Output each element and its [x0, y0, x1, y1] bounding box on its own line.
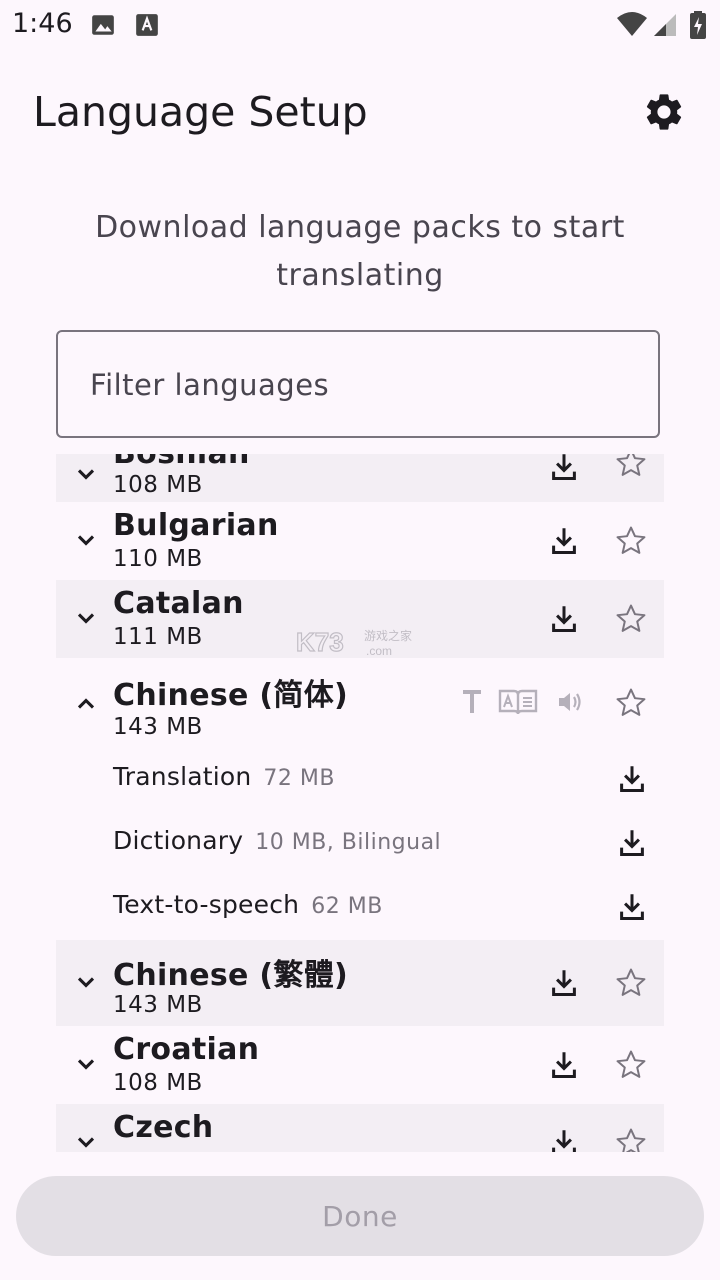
font-icon: [136, 14, 158, 36]
page-title: Language Setup: [33, 88, 368, 136]
filter-languages-input[interactable]: [88, 332, 632, 438]
pack-meta: 62 MB: [311, 894, 383, 919]
image-icon: [92, 15, 114, 35]
language-name: Catalan: [113, 586, 244, 621]
language-name: Chinese (简体): [113, 678, 349, 713]
star-icon[interactable]: [614, 686, 648, 720]
watermark-logo: K73 游戏之家 .com: [296, 626, 412, 658]
chevron-down-icon[interactable]: [72, 968, 100, 996]
pack-meta: 10 MB, Bilingual: [255, 830, 442, 855]
download-icon[interactable]: [550, 526, 578, 556]
star-icon[interactable]: [614, 602, 648, 636]
signal-icon: [654, 14, 676, 36]
chevron-up-icon[interactable]: [72, 690, 100, 718]
setup-description: Download language packs to start transla…: [95, 210, 625, 293]
download-icon[interactable]: [550, 968, 578, 998]
language-size: 108 MB: [113, 1070, 203, 1096]
battery-charging-icon: [690, 11, 706, 39]
download-icon[interactable]: [550, 454, 578, 482]
language-row[interactable]: Czech: [56, 1104, 664, 1152]
language-size: 143 MB: [113, 714, 203, 740]
svg-text:游戏之家: 游戏之家: [364, 628, 412, 643]
language-size: 143 MB: [113, 992, 203, 1018]
language-name: Croatian: [113, 1032, 260, 1067]
pack-meta: 72 MB: [263, 766, 335, 791]
settings-button[interactable]: [640, 88, 688, 136]
svg-text:.com: .com: [366, 644, 392, 658]
download-icon[interactable]: [550, 1050, 578, 1080]
star-icon[interactable]: [614, 524, 648, 558]
star-icon[interactable]: [614, 454, 648, 480]
language-row-expanded[interactable]: Chinese (简体) 143 MB Translation 72 MB Dic…: [56, 658, 664, 940]
done-button[interactable]: Done: [16, 1176, 704, 1256]
svg-text:K73: K73: [296, 627, 344, 657]
language-row[interactable]: Bosnian 108 MB: [56, 454, 664, 502]
chevron-down-icon[interactable]: [72, 526, 100, 554]
pack-label: Translation: [113, 762, 252, 791]
language-row[interactable]: Croatian 108 MB: [56, 1026, 664, 1104]
star-icon[interactable]: [614, 966, 648, 1000]
download-icon[interactable]: [618, 892, 646, 922]
download-icon[interactable]: [550, 604, 578, 634]
wifi-icon: [617, 12, 647, 36]
status-bar: 1:46: [0, 0, 720, 48]
chevron-down-icon[interactable]: [72, 604, 100, 632]
language-name: Bulgarian: [113, 508, 279, 543]
text-icon: [463, 690, 481, 713]
language-name: Bosnian: [113, 454, 250, 471]
download-icon[interactable]: [618, 764, 646, 794]
language-name: Chinese (繁體): [113, 958, 349, 993]
star-icon[interactable]: [614, 1048, 648, 1082]
star-icon[interactable]: [614, 1126, 648, 1152]
pack-label: Dictionary: [113, 826, 244, 855]
download-icon[interactable]: [618, 828, 646, 858]
language-row[interactable]: Chinese (繁體) 143 MB: [56, 940, 664, 1026]
language-size: 110 MB: [113, 546, 203, 572]
gear-icon: [646, 94, 682, 130]
language-row[interactable]: Bulgarian 110 MB: [56, 502, 664, 580]
download-icon[interactable]: [550, 1128, 578, 1152]
pack-label: Text-to-speech: [113, 890, 300, 919]
language-name: Czech: [113, 1110, 214, 1145]
status-time: 1:46: [12, 8, 73, 39]
speaker-icon: [559, 693, 581, 711]
language-size: 111 MB: [113, 624, 203, 650]
language-list[interactable]: Bosnian 108 MB Bulgarian 110 MB Catalan …: [56, 454, 664, 1152]
chevron-down-icon[interactable]: [72, 460, 100, 488]
filter-languages-field[interactable]: [56, 330, 660, 438]
chevron-down-icon[interactable]: [72, 1128, 100, 1152]
dictionary-icon: [498, 689, 538, 715]
chevron-down-icon[interactable]: [72, 1050, 100, 1078]
language-size: 108 MB: [113, 472, 203, 498]
